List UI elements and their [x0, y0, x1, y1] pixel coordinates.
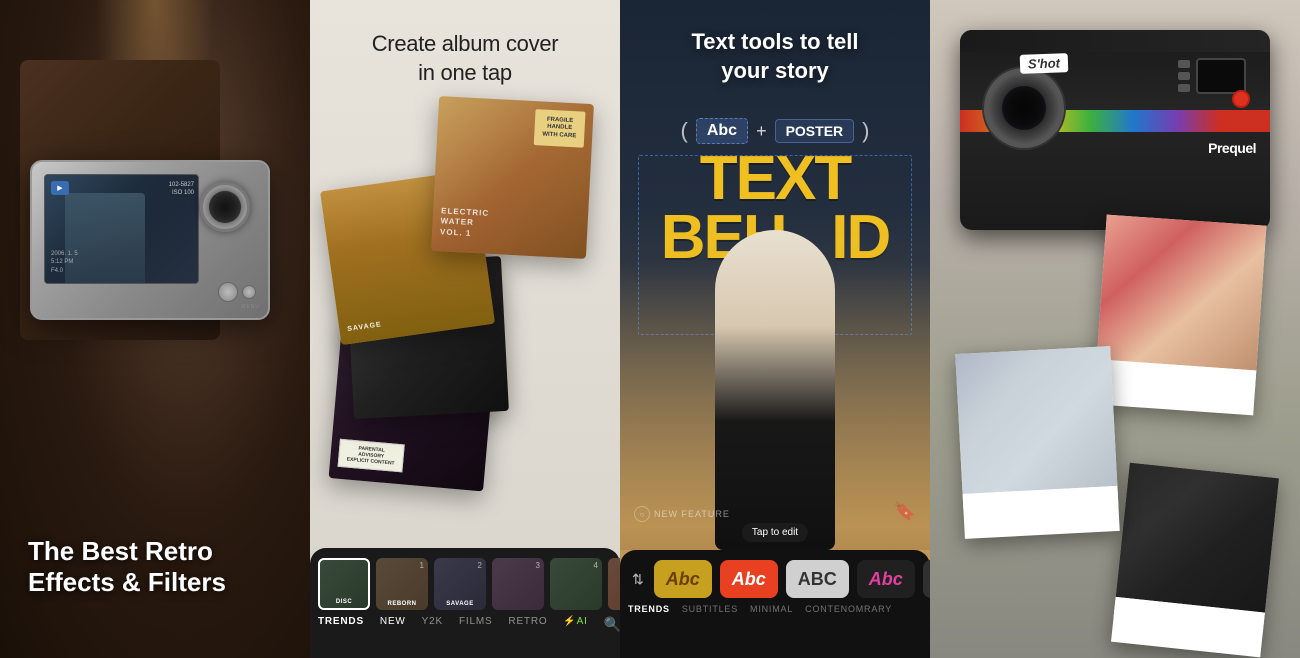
cd-1-label: ELECTRICWATERVOL. 1	[440, 206, 490, 240]
tab-y2k[interactable]: Y2K	[422, 616, 443, 633]
thumb-disc[interactable]: disc	[318, 558, 370, 610]
camera-button-1	[218, 282, 238, 302]
thumb-savage[interactable]: SAVAGE 2	[434, 558, 486, 610]
panel-album-cover: Create album cover in one tap FRAGILEHAN…	[310, 0, 620, 658]
shutter-button[interactable]	[1232, 90, 1250, 108]
new-feature-icon: ○	[634, 506, 650, 522]
polaroid-2-image	[955, 346, 1117, 494]
shot-label: S'hot	[1020, 53, 1069, 74]
plus-icon: +	[756, 121, 767, 142]
ctrl-btn-1	[1178, 60, 1190, 68]
new-feature-badge: ○ NEW FEATURE	[634, 506, 730, 522]
polaroid-3	[1111, 463, 1279, 658]
tab-films[interactable]: FILMS	[459, 616, 492, 633]
text-option-1[interactable]: Abc	[654, 560, 712, 598]
tab-ai[interactable]: ⚡AI	[563, 616, 587, 633]
close-paren: )	[862, 118, 869, 144]
camera-date: 2006. 1. 5 5:12 PM F4.0	[51, 250, 78, 275]
polaroid-camera: Prequel S'hot	[960, 10, 1270, 250]
thumb-4[interactable]: 4	[550, 558, 602, 610]
camera-lens-inner	[209, 191, 241, 223]
panel-2-header: Create album cover in one tap	[310, 30, 620, 87]
toolbar-thumbnails: disc REBORN 1 SAVAGE 2 3 4 5	[310, 548, 620, 610]
tab-new[interactable]: NEW	[380, 616, 406, 633]
open-paren: (	[681, 118, 688, 144]
cd-4-sticker: PARENTALADVISORYEXPLICIT CONTENT	[338, 439, 405, 473]
p3-tab-minimal[interactable]: MINIMAL	[750, 604, 793, 614]
text-tools-row: ( Abc + POSTER )	[620, 118, 930, 144]
cd-case-1: FRAGILEHANDLEWITH CARE ELECTRICWATERVOL.…	[431, 96, 594, 259]
new-feature-text: NEW FEATURE	[654, 509, 730, 519]
filter-icon-button[interactable]: ⇅	[632, 566, 644, 592]
camera-button-row	[218, 282, 256, 302]
camera-screen-inner: ▶ 102-5827 ISO 100 2006. 1. 5 5:12 PM F4…	[45, 175, 198, 283]
camera-screen: ▶ 102-5827 ISO 100 2006. 1. 5 5:12 PM F4…	[44, 174, 199, 284]
camera-button-2	[242, 285, 256, 299]
polaroid-1	[1094, 215, 1267, 416]
text-poster-label: POSTER	[775, 119, 855, 143]
camera-viewfinder	[1196, 58, 1246, 94]
thumb-3[interactable]: 3	[492, 558, 544, 610]
person-silhouette	[715, 230, 835, 550]
tab-trends[interactable]: TRENDS	[318, 616, 364, 633]
p3-toolbar-top: ⇅ Abc Abc ABC Abc ›	[620, 550, 930, 602]
polaroid-2	[955, 346, 1119, 539]
thumb-5[interactable]: 5	[608, 558, 620, 610]
text-option-2[interactable]: Abc	[720, 560, 778, 598]
play-icon: ▶	[51, 181, 69, 195]
p3-toolbar-tabs: TRENDS SUBTITLES MINIMAL CONTENOMRARY	[620, 602, 930, 616]
camera-controls	[1178, 60, 1190, 92]
ctrl-btn-2	[1178, 72, 1190, 80]
cd-1-sticker: FRAGILEHANDLEWITH CARE	[534, 109, 586, 148]
panel-1-tagline: The Best RetroEffects & Filters	[28, 536, 226, 598]
panel-3-toolbar: ⇅ Abc Abc ABC Abc › TRENDS SUBTITLES MIN…	[620, 550, 930, 658]
panel-3-person	[620, 210, 930, 550]
camera-lens	[200, 182, 250, 232]
panel-polaroid: Prequel S'hot	[930, 0, 1300, 658]
big-text-line-1: TEXT	[630, 150, 920, 209]
camera-menu-text: MENU	[241, 304, 260, 310]
text-options-row: Abc Abc ABC Abc ›	[654, 560, 930, 598]
tab-retro[interactable]: RETRO	[508, 616, 547, 633]
camera-lens-big	[984, 68, 1064, 148]
camera-top-strip	[960, 30, 1270, 52]
tagline-heading: The Best RetroEffects & Filters	[28, 536, 226, 598]
search-icon[interactable]: 🔍	[604, 616, 620, 633]
text-option-4[interactable]: Abc	[857, 560, 915, 598]
panel-retro-effects: ▶ 102-5827 ISO 100 2006. 1. 5 5:12 PM F4…	[0, 0, 310, 658]
ctrl-btn-3	[1178, 84, 1190, 92]
panel-text-tools: Text tools to tell your story ( Abc + PO…	[620, 0, 930, 658]
text-abc-label: Abc	[696, 118, 748, 144]
camera-lens-center	[1002, 86, 1046, 130]
camera-brand-label: Prequel	[1208, 140, 1256, 156]
polaroid-1-image	[1097, 215, 1267, 371]
polaroid-3-image	[1116, 463, 1279, 613]
text-option-3[interactable]: ABC	[786, 560, 849, 598]
text-option-more[interactable]: ›	[923, 560, 930, 598]
camera-device: ▶ 102-5827 ISO 100 2006. 1. 5 5:12 PM F4…	[30, 160, 270, 320]
camera-body: Prequel S'hot	[960, 30, 1270, 230]
cds-area: FRAGILEHANDLEWITH CARE ELECTRICWATERVOL.…	[340, 100, 590, 480]
thumb-reborn[interactable]: REBORN 1	[376, 558, 428, 610]
p3-tab-contemporary[interactable]: CONTENOMRARY	[805, 604, 892, 614]
panel-3-header: Text tools to tell your story	[620, 28, 930, 85]
panel-2-toolbar: disc REBORN 1 SAVAGE 2 3 4 5 TRENDS NEW	[310, 548, 620, 658]
toolbar-tabs: TRENDS NEW Y2K FILMS RETRO ⚡AI 🔍	[310, 610, 620, 637]
bookmark-icon[interactable]: 🔖	[894, 501, 916, 522]
p3-tab-subtitles[interactable]: SUBTITLES	[682, 604, 738, 614]
polaroids-area	[950, 220, 1280, 640]
p3-tab-trends[interactable]: TRENDS	[628, 604, 670, 614]
tap-to-edit-label[interactable]: Tap to edit	[742, 523, 808, 542]
camera-info: 102-5827 ISO 100	[169, 181, 194, 198]
